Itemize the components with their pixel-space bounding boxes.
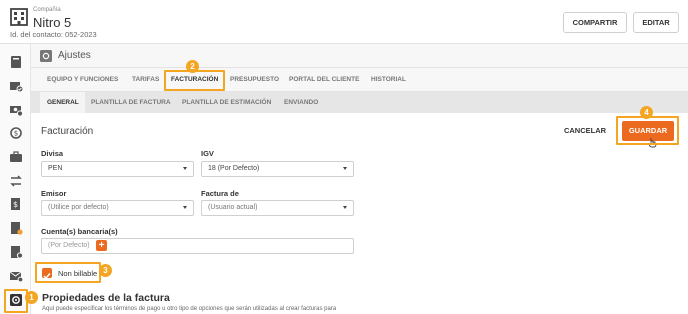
share-button[interactable]: COMPARTIR <box>563 12 627 33</box>
panel-title: Ajustes <box>58 50 91 61</box>
check-envelope-icon[interactable] <box>9 79 23 93</box>
document-edit-icon[interactable] <box>9 245 23 259</box>
invoice-properties-description: Aquí puede especificar los términos de p… <box>42 306 337 312</box>
issuer-value: (Utilice por defecto) <box>48 204 109 211</box>
invoice-from-select[interactable]: (Usuario actual) <box>201 200 354 216</box>
tab-historial[interactable]: HISTORIAL <box>371 76 406 83</box>
highlight-save-button <box>616 116 679 145</box>
money-refresh-icon[interactable]: $ <box>9 126 23 140</box>
book-icon[interactable] <box>9 55 23 69</box>
tab-presupuesto[interactable]: PRESUPUESTO <box>230 76 279 83</box>
building-icon <box>10 8 28 26</box>
cancel-button[interactable]: CANCELAR <box>562 124 608 138</box>
company-kicker: Compañía <box>33 7 61 13</box>
chevron-down-icon <box>343 206 347 209</box>
transfer-arrows-icon[interactable] <box>9 174 23 188</box>
document-badge-icon[interactable] <box>9 221 23 235</box>
issuer-select[interactable]: (Utilice por defecto) <box>41 200 194 216</box>
subtab-plantilla-de-factura[interactable]: PLANTILLA DE FACTURA <box>91 99 171 106</box>
tab-tarifas[interactable]: TARIFAS <box>132 76 159 83</box>
invoice-properties-title: Propiedades de la factura <box>42 292 170 304</box>
subtab-general[interactable]: GENERAL <box>47 99 79 106</box>
currency-label: Divisa <box>41 149 64 158</box>
subtab-enviando[interactable]: ENVIANDO <box>284 99 318 106</box>
step-badge-3: 3 <box>99 264 112 277</box>
highlight-gear-sidebar <box>4 289 28 313</box>
chevron-down-icon <box>183 167 187 170</box>
bank-accounts-field[interactable]: (Por Defecto) <box>41 238 354 254</box>
step-badge-1: 1 <box>25 291 38 304</box>
sidebar: $ $ <box>0 44 31 314</box>
igv-label: IGV <box>201 149 214 158</box>
highlight-billing-tab <box>164 70 225 91</box>
step-badge-4: 4 <box>640 106 653 119</box>
bank-accounts-label: Cuenta(s) bancaria(s) <box>41 227 118 236</box>
invoice-from-value: (Usuario actual) <box>208 204 258 211</box>
edit-button[interactable]: EDITAR <box>633 12 679 33</box>
step-badge-2: 2 <box>186 60 199 73</box>
settings-panel-header: Ajustes <box>31 44 688 68</box>
igv-select[interactable]: 18 (Por Defecto) <box>201 161 354 177</box>
subtab-plantilla-de-estimacion[interactable]: PLANTILLA DE ESTIMACIÓN <box>182 99 271 106</box>
company-name: Nitro 5 <box>33 15 72 30</box>
svg-text:$: $ <box>13 200 18 209</box>
add-bank-account-button[interactable]: + <box>96 240 107 251</box>
igv-value: 18 (Por Defecto) <box>208 165 260 172</box>
issuer-label: Emisor <box>41 189 67 198</box>
briefcase-icon[interactable] <box>9 150 23 164</box>
tab-portal-del-cliente[interactable]: PORTAL DEL CLIENTE <box>289 76 359 83</box>
currency-select[interactable]: PEN <box>41 161 194 177</box>
mail-settings-icon[interactable] <box>9 269 23 283</box>
billing-title: Facturación <box>41 126 94 137</box>
currency-value: PEN <box>48 165 63 172</box>
money-check-icon[interactable] <box>9 103 23 117</box>
chevron-down-icon <box>343 167 347 170</box>
tab-equipo-y-funciones[interactable]: EQUIPO Y FUNCIONES <box>47 76 118 83</box>
gear-icon <box>40 50 52 62</box>
bank-accounts-placeholder: (Por Defecto) <box>48 242 90 249</box>
top-bar: Compañía Nitro 5 Id. del contacto: 052-2… <box>0 0 688 44</box>
dollar-document-icon[interactable]: $ <box>9 197 23 211</box>
chevron-down-icon <box>183 206 187 209</box>
settings-tabs: EQUIPO Y FUNCIONES TARIFAS FACTURACIÓN P… <box>31 68 688 92</box>
svg-text:$: $ <box>14 130 18 138</box>
highlight-non-billable <box>35 262 101 283</box>
contact-id: Id. del contacto: 052-2023 <box>10 30 97 39</box>
invoice-from-label: Factura de <box>201 189 239 198</box>
